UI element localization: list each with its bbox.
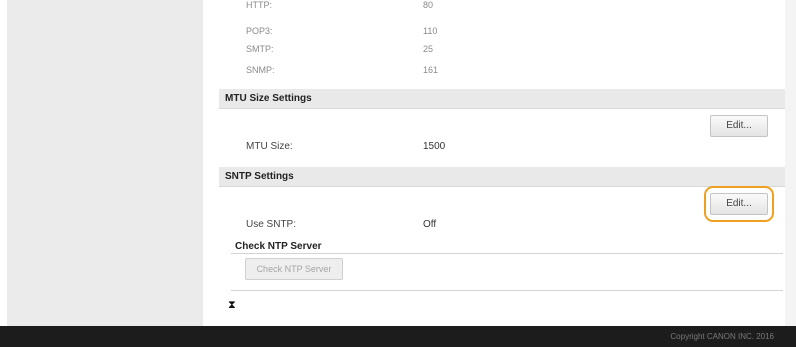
smtp-port-label: SMTP: xyxy=(246,44,274,54)
pop3-port-label: POP3: xyxy=(246,26,273,36)
mtu-edit-button[interactable]: Edit... xyxy=(710,115,768,137)
smtp-port-value: 25 xyxy=(423,44,434,54)
bottom-divider xyxy=(231,290,783,291)
snmp-port-label: SNMP: xyxy=(246,65,275,75)
snmp-port-value: 161 xyxy=(423,65,439,75)
footer: Copyright CANON INC. 2016 xyxy=(0,326,796,347)
check-ntp-divider xyxy=(231,253,783,254)
sidebar xyxy=(7,0,203,326)
pop3-port-value: 110 xyxy=(423,26,438,36)
scroll-to-top-icon[interactable]: ⧗ xyxy=(228,299,236,311)
mtu-size-value: 1500 xyxy=(423,141,446,152)
mtu-section-header: MTU Size Settings xyxy=(219,89,785,109)
sntp-section-header: SNTP Settings xyxy=(219,167,785,187)
use-sntp-label: Use SNTP: xyxy=(246,219,297,230)
http-port-value: 80 xyxy=(423,0,434,10)
main-content: HTTP: 80 POP3: 110 SMTP: 25 SNMP: 161 MT… xyxy=(203,0,785,326)
use-sntp-value: Off xyxy=(423,219,437,230)
check-ntp-server-button[interactable]: Check NTP Server xyxy=(245,258,343,280)
copyright-text: Copyright CANON INC. 2016 xyxy=(670,332,774,341)
http-port-label: HTTP: xyxy=(246,0,272,10)
right-gutter xyxy=(785,0,796,326)
sntp-edit-button[interactable]: Edit... xyxy=(710,193,768,215)
mtu-size-label: MTU Size: xyxy=(246,141,293,152)
check-ntp-server-heading: Check NTP Server xyxy=(235,241,322,252)
